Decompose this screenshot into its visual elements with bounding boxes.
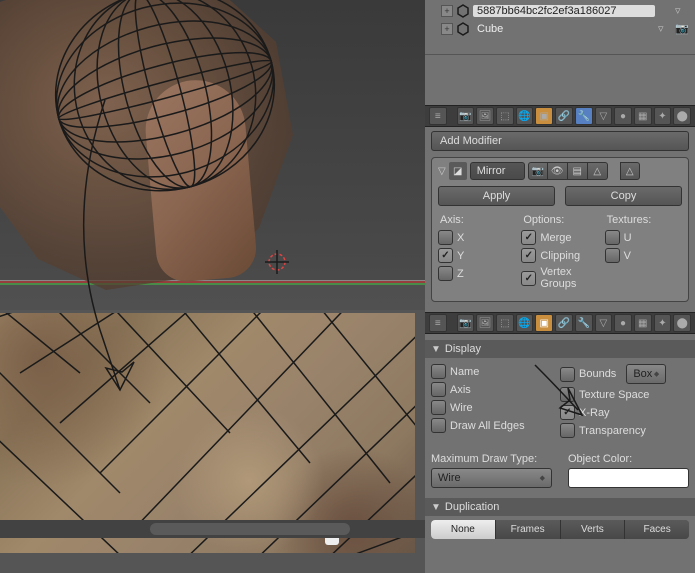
outliner[interactable]: + 5887bb64bc2fc2ef3a186027 ▿ + Cube ▿ 📷 <box>425 0 695 55</box>
axis-x-checkbox[interactable] <box>438 230 453 245</box>
context-object-icon[interactable]: ▣ <box>535 314 553 332</box>
restrict-select-icon[interactable]: ▿ <box>675 4 689 18</box>
tab-none[interactable]: None <box>431 520 496 539</box>
outliner-row[interactable]: + Cube ▿ 📷 <box>431 20 689 38</box>
context-texture-icon[interactable]: ▦ <box>634 107 652 125</box>
object-color-swatch[interactable] <box>568 468 689 488</box>
restrict-placeholder-icon <box>658 4 672 18</box>
bounds-type-dropdown[interactable]: Box <box>626 364 666 384</box>
properties-panel: + 5887bb64bc2fc2ef3a186027 ▿ + Cube ▿ 📷 … <box>425 0 695 573</box>
max-draw-type-label: Maximum Draw Type: <box>431 453 552 465</box>
section-title: Display <box>445 343 481 355</box>
tab-faces[interactable]: Faces <box>625 520 689 539</box>
properties-header: ≡ 📷 🖼 ⬚ 🌐 ▣ 🔗 🔧 ▽ ● ▦ ✦ ⬤ <box>425 105 695 127</box>
context-render-icon[interactable]: 📷 <box>457 314 475 332</box>
move-up-button[interactable]: △ <box>620 162 640 180</box>
context-object-icon[interactable]: ▣ <box>535 107 553 125</box>
tab-frames[interactable]: Frames <box>496 520 561 539</box>
context-physics-icon[interactable]: ⬤ <box>673 107 691 125</box>
context-constraints-icon[interactable]: 🔗 <box>555 314 573 332</box>
context-constraints-icon[interactable]: 🔗 <box>555 107 573 125</box>
editor-type-icon[interactable]: ≡ <box>429 314 447 332</box>
options-label: Options: <box>521 214 598 226</box>
texture-v-checkbox[interactable] <box>605 248 620 263</box>
mirror-icon: ◪ <box>449 162 467 180</box>
context-data-icon[interactable]: ▽ <box>595 314 613 332</box>
viewport-zoom-inset <box>0 313 415 553</box>
editor-type-icon[interactable]: ≡ <box>429 107 447 125</box>
context-particles-icon[interactable]: ✦ <box>654 107 672 125</box>
properties-header-2: ≡ 📷 🖼 ⬚ 🌐 ▣ 🔗 🔧 ▽ ● ▦ ✦ ⬤ <box>425 312 695 334</box>
axis-label: Axis: <box>438 214 515 226</box>
object-name[interactable]: 5887bb64bc2fc2ef3a186027 <box>473 5 655 17</box>
wire-checkbox[interactable] <box>431 400 446 415</box>
context-texture-icon[interactable]: ▦ <box>634 314 652 332</box>
modifier-name-field[interactable]: Mirror <box>470 162 525 180</box>
axis-y-checkbox[interactable] <box>438 248 453 263</box>
scrollbar-thumb[interactable] <box>150 523 350 535</box>
transparency-checkbox[interactable] <box>560 423 575 438</box>
collapse-icon[interactable]: ▽ <box>438 166 446 177</box>
3d-viewport[interactable] <box>0 0 425 573</box>
context-modifiers-icon[interactable]: 🔧 <box>575 107 593 125</box>
object-name[interactable]: Cube <box>473 23 655 35</box>
context-render-icon[interactable]: 📷 <box>457 107 475 125</box>
context-data-icon[interactable]: ▽ <box>595 107 613 125</box>
context-physics-icon[interactable]: ⬤ <box>673 314 691 332</box>
wireframe-sphere[interactable] <box>50 0 280 200</box>
viewport-scrollbar[interactable] <box>0 520 425 538</box>
context-scene-icon[interactable]: ⬚ <box>496 314 514 332</box>
object-color-label: Object Color: <box>568 453 689 465</box>
name-checkbox[interactable] <box>431 364 446 379</box>
copy-button[interactable]: Copy <box>565 186 682 206</box>
axis-z-checkbox[interactable] <box>438 266 453 281</box>
section-title: Duplication <box>445 501 499 513</box>
collapse-icon: ▼ <box>431 344 441 355</box>
context-particles-icon[interactable]: ✦ <box>654 314 672 332</box>
add-modifier-button[interactable]: Add Modifier <box>431 131 689 151</box>
draw-all-edges-checkbox[interactable] <box>431 418 446 433</box>
texture-space-checkbox[interactable] <box>560 387 575 402</box>
context-world-icon[interactable]: 🌐 <box>516 314 534 332</box>
object-icon <box>456 22 470 36</box>
bounds-checkbox[interactable] <box>560 367 575 382</box>
modifier-mirror: ▽ ◪ Mirror 📷 👁 ▤ △ △ Apply Copy <box>431 157 689 302</box>
xray-checkbox[interactable] <box>560 405 575 420</box>
max-draw-type-dropdown[interactable]: Wire <box>431 468 552 488</box>
tab-verts[interactable]: Verts <box>561 520 626 539</box>
editmode-toggle[interactable]: ▤ <box>568 162 588 180</box>
context-layers-icon[interactable]: 🖼 <box>476 314 494 332</box>
collapse-icon: ▼ <box>431 502 441 513</box>
tree-expand-icon[interactable]: + <box>441 5 453 17</box>
axis-display-checkbox[interactable] <box>431 382 446 397</box>
outliner-row[interactable]: + 5887bb64bc2fc2ef3a186027 ▿ <box>431 2 689 20</box>
textures-label: Textures: <box>605 214 682 226</box>
display-section-header[interactable]: ▼ Display <box>425 340 695 358</box>
texture-u-checkbox[interactable] <box>605 230 620 245</box>
object-icon <box>456 4 470 18</box>
context-layers-icon[interactable]: 🖼 <box>476 107 494 125</box>
context-world-icon[interactable]: 🌐 <box>516 107 534 125</box>
merge-checkbox[interactable] <box>521 230 536 245</box>
3d-cursor-icon <box>265 250 289 274</box>
tree-expand-icon[interactable]: + <box>441 23 453 35</box>
context-modifiers-icon[interactable]: 🔧 <box>575 314 593 332</box>
context-material-icon[interactable]: ● <box>614 107 632 125</box>
viewport-main[interactable] <box>0 0 425 310</box>
context-material-icon[interactable]: ● <box>614 314 632 332</box>
cage-toggle[interactable]: △ <box>588 162 608 180</box>
vertex-groups-checkbox[interactable] <box>521 271 536 286</box>
render-toggle[interactable]: 📷 <box>528 162 548 180</box>
duplication-tabs: None Frames Verts Faces <box>431 520 689 539</box>
clipping-checkbox[interactable] <box>521 248 536 263</box>
realtime-toggle[interactable]: 👁 <box>548 162 568 180</box>
apply-button[interactable]: Apply <box>438 186 555 206</box>
restrict-select-icon[interactable]: ▿ <box>658 22 672 36</box>
restrict-render-icon[interactable]: 📷 <box>675 22 689 36</box>
duplication-section-header[interactable]: ▼ Duplication <box>425 498 695 516</box>
context-scene-icon[interactable]: ⬚ <box>496 107 514 125</box>
